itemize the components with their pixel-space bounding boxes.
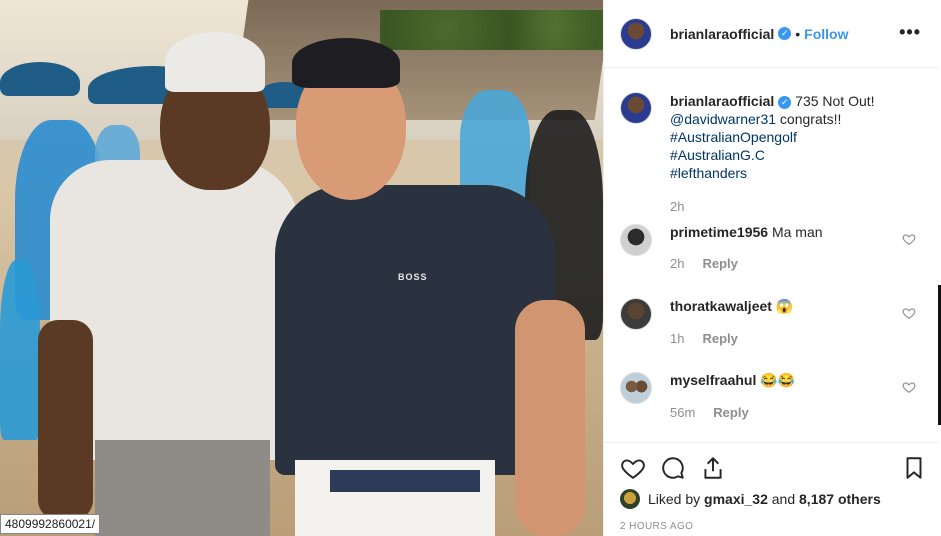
avatar[interactable]: [620, 489, 640, 509]
verified-icon: ✓: [778, 95, 792, 109]
person-right-shirt: [275, 185, 555, 475]
comment-username[interactable]: myselfraahul: [670, 372, 756, 388]
comment-body: primetime1956 Ma man 2h Reply: [670, 224, 823, 271]
photo-plants: [380, 10, 603, 50]
liked-by-mid: and: [771, 491, 796, 507]
comment-bubble-icon[interactable]: [660, 455, 686, 481]
reply-button[interactable]: Reply: [702, 331, 737, 346]
more-options-icon[interactable]: •••: [899, 22, 921, 43]
hashtag-link[interactable]: #lefthanders: [670, 165, 747, 181]
caption-body: brianlaraofficial ✓ 735 Not Out! @davidwa…: [670, 92, 875, 216]
comment-meta: 1h Reply: [670, 331, 793, 346]
person-left-arm: [38, 320, 93, 520]
caption-timestamp[interactable]: 2h: [670, 198, 875, 216]
bookmark-icon[interactable]: [901, 455, 927, 481]
post-side-panel: brianlaraofficial ✓ • Follow ••• brianla…: [603, 0, 939, 536]
likes-summary: Liked by gmaxi_32 and 8,187 others: [620, 489, 881, 509]
like-comment-icon[interactable]: [902, 306, 916, 320]
person-right-arm: [515, 300, 585, 536]
liked-by-user[interactable]: gmaxi_32: [704, 491, 768, 507]
photo-umbrella: [0, 62, 80, 96]
avatar[interactable]: [620, 372, 652, 404]
avatar[interactable]: [620, 224, 652, 256]
comment-timestamp[interactable]: 1h: [670, 331, 684, 346]
comment-body: thoratkawaljeet 😱 1h Reply: [670, 298, 793, 346]
comment-meta: 56m Reply: [670, 405, 795, 420]
follow-button[interactable]: Follow: [804, 26, 848, 42]
header-user-block: brianlaraofficial ✓ • Follow: [670, 26, 849, 42]
comment-item: thoratkawaljeet 😱 1h Reply: [620, 298, 930, 346]
post-timestamp[interactable]: 2 HOURS AGO: [620, 521, 693, 532]
post-actions: Liked by gmaxi_32 and 8,187 others 2 HOU…: [604, 442, 939, 536]
like-comment-icon[interactable]: [902, 380, 916, 394]
like-comment-icon[interactable]: [902, 232, 916, 246]
post-header: brianlaraofficial ✓ • Follow •••: [604, 0, 939, 68]
reply-button[interactable]: Reply: [702, 256, 737, 271]
post-photo[interactable]: BOSS 4809992860021/: [0, 0, 603, 536]
avatar[interactable]: [620, 92, 652, 124]
liked-by-count[interactable]: 8,187 others: [799, 491, 881, 507]
comment-text: Ma man: [771, 224, 823, 240]
person-right-belt: [330, 470, 480, 492]
comment-text: 😂😂: [760, 372, 796, 388]
comment-username[interactable]: primetime1956: [670, 224, 768, 240]
person-left-cap: [165, 32, 265, 92]
avatar[interactable]: [620, 298, 652, 330]
comments-list[interactable]: brianlaraofficial ✓ 735 Not Out! @davidwa…: [604, 68, 939, 442]
comment-meta: 2h Reply: [670, 256, 823, 271]
photo-crowd: [0, 260, 40, 440]
hashtag-link[interactable]: #AustralianG.C: [670, 147, 765, 163]
caption-text-tail: congrats!!: [776, 111, 842, 127]
like-heart-icon[interactable]: [620, 455, 646, 481]
hashtag-link[interactable]: #AustralianOpengolf: [670, 129, 797, 145]
liked-by-prefix: Liked by: [648, 491, 701, 507]
caption-username[interactable]: brianlaraofficial: [670, 93, 774, 109]
header-username[interactable]: brianlaraofficial: [670, 26, 774, 42]
comment-timestamp[interactable]: 56m: [670, 405, 695, 420]
caption-text: 735 Not Out!: [795, 93, 875, 109]
comment-timestamp[interactable]: 2h: [670, 256, 684, 271]
post-caption: brianlaraofficial ✓ 735 Not Out! @davidwa…: [620, 92, 930, 216]
comment-item: primetime1956 Ma man 2h Reply: [620, 224, 930, 271]
reply-button[interactable]: Reply: [713, 405, 748, 420]
person-left-pants: [95, 440, 270, 536]
avatar[interactable]: [620, 17, 652, 50]
person-right-cap: [292, 38, 400, 88]
comment-username[interactable]: thoratkawaljeet: [670, 298, 772, 314]
verified-icon: ✓: [778, 27, 792, 40]
comment-item: myselfraahul 😂😂 56m Reply: [620, 372, 930, 420]
comment-text: 😱: [775, 298, 794, 314]
header-separator: •: [795, 25, 801, 42]
image-id-overlay: 4809992860021/: [0, 514, 101, 534]
share-icon[interactable]: [700, 455, 726, 481]
shirt-brand-logo: BOSS: [398, 272, 428, 282]
caption-mention[interactable]: @davidwarner31: [670, 111, 776, 127]
comment-body: myselfraahul 😂😂 56m Reply: [670, 372, 795, 420]
